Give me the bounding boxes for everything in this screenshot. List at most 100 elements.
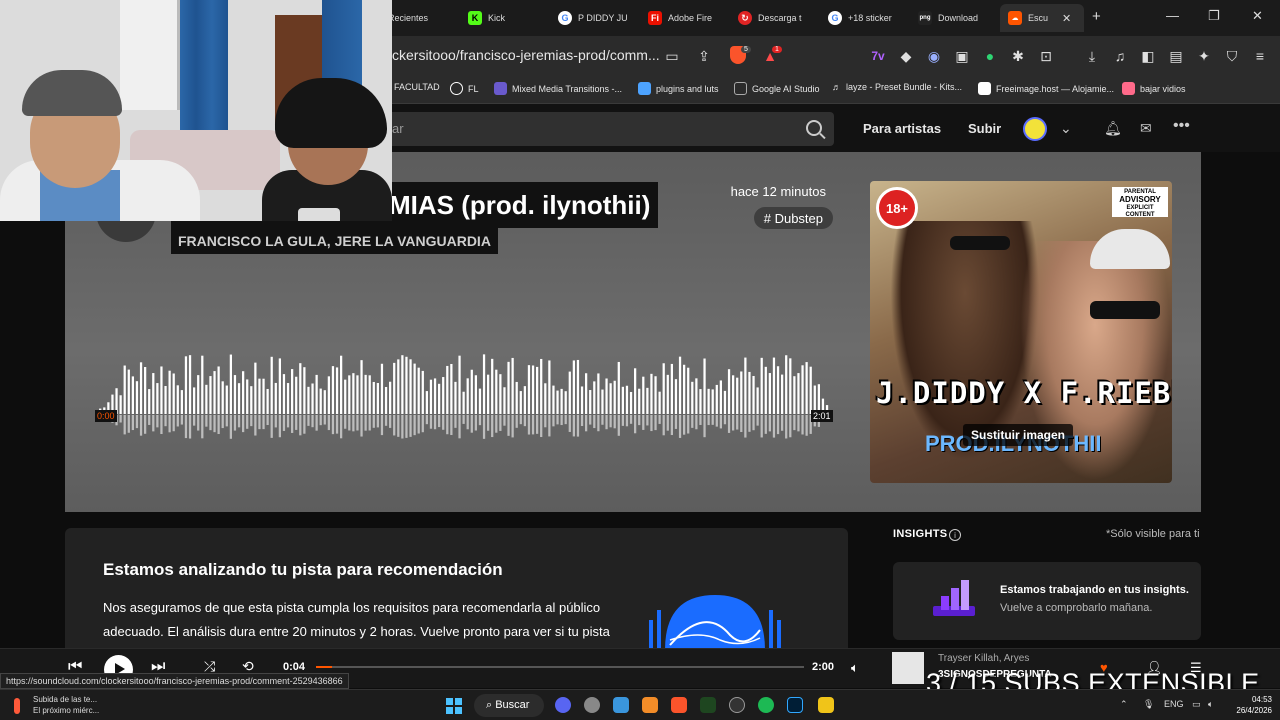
tab-soundcloud[interactable]: ☁ Escu ✕ xyxy=(1000,4,1084,32)
waveform-bar xyxy=(666,374,669,414)
extension-search-icon[interactable]: ⊡ xyxy=(1038,48,1054,64)
store-app-icon[interactable] xyxy=(613,697,629,713)
share-icon[interactable]: ⇪ xyxy=(696,48,712,64)
waveform-bar xyxy=(315,374,318,414)
waveform-bar xyxy=(801,365,804,414)
system-clock[interactable]: 04:53 26/4/2026 xyxy=(1228,694,1272,716)
tab-kick[interactable]: K Kick xyxy=(460,4,540,32)
waveform[interactable] xyxy=(95,352,830,452)
document-app-icon[interactable] xyxy=(700,697,716,713)
downloads-icon[interactable]: ⤓ xyxy=(1084,48,1100,64)
extension-green-icon[interactable]: ● xyxy=(982,48,998,64)
microphone-icon[interactable]: 🎙︎ xyxy=(1143,699,1154,710)
messages-envelope-icon[interactable]: ✉ xyxy=(1140,120,1152,137)
search-input[interactable]: ar xyxy=(380,112,834,146)
weather-widget[interactable]: Subida de las te... El próximo miérc... xyxy=(33,694,99,716)
notifications-bell-icon[interactable]: 🔔︎ xyxy=(1104,120,1122,137)
now-playing-artwork[interactable] xyxy=(892,652,924,684)
waveform-bar xyxy=(327,376,330,414)
url-field[interactable]: ckersitooo/francisco-jeremias-prod/comm.… xyxy=(392,47,660,63)
leo-ai-icon[interactable]: ✦ xyxy=(1196,48,1212,64)
speaker-icon[interactable]: 🔈︎ xyxy=(1208,699,1213,710)
waveform-reflection-bar xyxy=(156,415,159,428)
obs-app-icon[interactable] xyxy=(729,697,745,713)
spotify-app-icon[interactable] xyxy=(758,697,774,713)
extensions-puzzle-icon[interactable]: ✱ xyxy=(1010,48,1026,64)
minimize-button[interactable]: — xyxy=(1166,8,1179,23)
for-artists-link[interactable]: Para artistas xyxy=(863,121,941,136)
waveform-reflection-bar xyxy=(356,415,359,431)
close-tab-icon[interactable]: ✕ xyxy=(1062,12,1071,25)
bookmark-layze[interactable]: ♬ layze - Preset Bundle - Kits... xyxy=(832,82,962,92)
bookmark-facultad[interactable]: FACULTAD xyxy=(394,82,440,92)
waveform-bar xyxy=(405,356,408,414)
tab-download[interactable]: png Download xyxy=(910,4,994,32)
tab-google-pdiddy[interactable]: G P DIDDY JU xyxy=(550,4,634,32)
waveform-reflection-bar xyxy=(213,415,216,433)
now-playing-artist[interactable]: Trayser Killah, Aryes xyxy=(938,653,1029,664)
wallet-icon[interactable]: ▤ xyxy=(1168,48,1184,64)
discord-app-icon[interactable] xyxy=(555,697,571,713)
waveform-reflection-bar xyxy=(401,415,404,439)
webcam-phone xyxy=(298,208,340,221)
waveform-bar xyxy=(274,382,277,414)
track-artists[interactable]: FRANCISCO LA GULA, JERE LA VANGUARDIA xyxy=(178,233,491,249)
waveform-reflection-bar xyxy=(340,415,343,439)
bookmark-mixed-media[interactable]: Mixed Media Transitions -... xyxy=(494,82,622,95)
extension-robot-icon[interactable]: ▣ xyxy=(954,48,970,64)
waveform-bar xyxy=(184,356,188,414)
bookmark-plugins[interactable]: plugins and luts xyxy=(638,82,719,95)
waveform-bar xyxy=(601,389,604,414)
close-window-button[interactable]: ✕ xyxy=(1252,8,1263,24)
info-icon[interactable]: i xyxy=(949,529,961,541)
tray-chevron-icon[interactable]: ⌃ xyxy=(1120,699,1128,710)
vpn-icon[interactable]: ⛉ xyxy=(1224,48,1240,64)
progress-bar[interactable] xyxy=(316,666,804,668)
waveform-bar xyxy=(732,375,735,414)
waveform-reflection-bar xyxy=(699,415,702,425)
waveform-reflection-bar xyxy=(262,415,265,430)
cover-art[interactable]: 18+ PARENTAL ADVISORY EXPLICIT CONTENT J… xyxy=(870,181,1172,483)
replace-image-button[interactable]: Sustituir imagen xyxy=(963,424,1074,446)
bookmark-ai-studio[interactable]: Google AI Studio xyxy=(734,82,820,95)
new-tab-button[interactable]: + xyxy=(1092,8,1101,25)
bookmark-freeimage[interactable]: Freeimage.host — Alojamie... xyxy=(978,82,1114,95)
tab-google-sticker[interactable]: G +18 sticker xyxy=(820,4,904,32)
bookmark-bajar-vidios[interactable]: bajar vidios xyxy=(1122,82,1186,95)
clock-time: 04:53 xyxy=(1251,695,1272,704)
photoshop-app-icon[interactable] xyxy=(787,697,803,713)
menu-icon[interactable]: ≡ xyxy=(1252,48,1268,64)
avatar[interactable] xyxy=(1023,117,1047,141)
windows-start-icon[interactable] xyxy=(446,698,462,714)
extension-square-icon[interactable]: ◆ xyxy=(898,48,914,64)
keyboard-language[interactable]: ENG xyxy=(1164,699,1184,709)
search-icon[interactable] xyxy=(806,120,822,136)
weather-thermometer-icon[interactable] xyxy=(14,698,20,714)
tab-adobe[interactable]: Fi Adobe Fire xyxy=(640,4,724,32)
headphones-icon: ♬ xyxy=(832,82,841,92)
file-explorer-icon[interactable] xyxy=(818,697,834,713)
chevron-down-icon[interactable]: ⌄ xyxy=(1060,120,1072,137)
media-icon[interactable]: ♫ xyxy=(1112,48,1128,64)
extension-7tv-icon[interactable]: 7v xyxy=(870,48,886,64)
fl-studio-app-icon[interactable] xyxy=(642,697,658,713)
volume-icon[interactable]: 🔈︎ xyxy=(851,660,859,676)
bookmark-fl[interactable]: FL xyxy=(450,82,479,95)
waveform-bar xyxy=(438,383,441,414)
waveform-reflection-bar xyxy=(144,415,147,434)
upload-link[interactable]: Subir xyxy=(968,121,1001,136)
cast-icon[interactable]: ▭ xyxy=(664,48,680,64)
waveform-reflection-bar xyxy=(593,415,596,429)
tab-descarga[interactable]: ↻ Descarga t xyxy=(730,4,814,32)
extension-discord-icon[interactable]: ◉ xyxy=(926,48,942,64)
network-icon[interactable]: ▭ xyxy=(1192,699,1201,710)
sidebar-icon[interactable]: ◧ xyxy=(1140,48,1156,64)
restore-button[interactable]: ❐ xyxy=(1208,8,1220,24)
genre-tag[interactable]: # Dubstep xyxy=(753,207,833,229)
waveform-bar xyxy=(638,388,641,414)
more-options-icon[interactable]: ••• xyxy=(1173,117,1190,135)
png-icon: png xyxy=(918,11,932,25)
brave-app-icon[interactable] xyxy=(671,697,687,713)
taskbar-search[interactable]: ⌕ Buscar xyxy=(474,694,544,717)
settings-gear-icon[interactable] xyxy=(584,697,600,713)
